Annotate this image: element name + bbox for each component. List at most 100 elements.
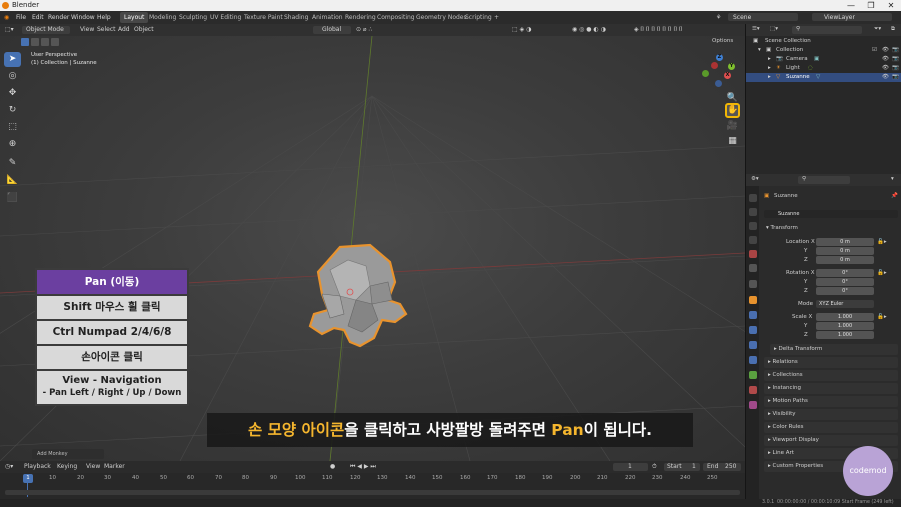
menu-marker[interactable]: Marker [104, 461, 125, 473]
measure-tool-icon[interactable]: 📐 [4, 173, 21, 188]
panel-viewport-display[interactable]: ▸ Viewport Display [764, 435, 898, 446]
output-tab-icon[interactable] [749, 222, 757, 230]
menu-timeline-view[interactable]: View [86, 461, 100, 473]
material-tab-icon[interactable] [749, 386, 757, 394]
render-tab-icon[interactable] [749, 208, 757, 216]
playhead[interactable]: 1 [23, 474, 33, 483]
camera-expand-icon[interactable]: ▸ [768, 55, 771, 64]
lock-icons[interactable]: 🔓▸ [877, 239, 887, 245]
constraints-tab-icon[interactable] [749, 356, 757, 364]
gizmo-neg-z-icon[interactable] [715, 80, 722, 87]
scale-z-field[interactable]: 1.000 [816, 331, 874, 339]
scale-y-field[interactable]: 1.000 [816, 322, 874, 330]
collection-tab-icon[interactable] [749, 280, 757, 288]
texture-tab-icon[interactable] [749, 401, 757, 409]
record-button[interactable]: ● [330, 461, 335, 473]
timeline-scrollbar[interactable] [5, 490, 740, 495]
gizmo-x-icon[interactable]: X [724, 72, 731, 79]
panel-motion-paths[interactable]: ▸ Motion Paths [764, 396, 898, 407]
timeline-editor-icon[interactable]: ◷▾ [5, 461, 13, 473]
modifiers-tab-icon[interactable] [749, 311, 757, 319]
rotation-y-field[interactable]: 0° [816, 278, 874, 286]
transform-tool-icon[interactable]: ⊕ [4, 137, 21, 152]
panel-instancing[interactable]: ▸ Instancing [764, 383, 898, 394]
select-tool-icon[interactable]: ➤ [4, 52, 21, 67]
world-tab-icon[interactable] [749, 264, 757, 272]
options-dropdown[interactable]: Options [712, 38, 733, 44]
gizmo-neg-x-icon[interactable] [711, 62, 718, 69]
menu-select[interactable]: Select [97, 24, 116, 36]
rotate-tool-icon[interactable]: ↻ [4, 103, 21, 118]
menu-window[interactable]: Window [71, 11, 95, 24]
transform-panel-header[interactable]: ▾ Transform [766, 225, 798, 231]
menu-keying[interactable]: Keying [57, 461, 77, 473]
panel-collections[interactable]: ▸ Collections [764, 370, 898, 381]
pan-hand-icon[interactable]: ✋ [725, 103, 740, 118]
menu-view[interactable]: View [80, 24, 94, 36]
gizmo-neg-y-icon[interactable] [702, 70, 709, 77]
menu-add[interactable]: Add [118, 24, 130, 36]
gizmo-z-icon[interactable]: Z [716, 54, 723, 61]
view-object-types-icon[interactable]: ⬚ ◈ ◑ [512, 24, 531, 36]
panel-color-rules[interactable]: ▸ Color Rules [764, 422, 898, 433]
suzanne-visibility-icon[interactable]: 👁 [882, 73, 889, 82]
filter-icon[interactable]: ⏷▾ [874, 26, 881, 33]
menu-help[interactable]: Help [97, 11, 111, 24]
new-collection-icon[interactable]: ⧉ [891, 26, 895, 33]
suzanne-mesh[interactable] [300, 242, 410, 352]
shading-modes-icon[interactable]: ◉ ◎ ● ◐ ◑ [572, 24, 606, 36]
pin-icon[interactable]: 📌 [891, 193, 898, 199]
suzanne-render-icon[interactable]: 📷 [892, 73, 899, 82]
scale-lock-icons[interactable]: 🔓▸ [877, 314, 887, 320]
collection-checkbox[interactable]: ☑ [872, 46, 877, 55]
panel-relations[interactable]: ▸ Relations [764, 357, 898, 368]
panel-delta-transform[interactable]: ▸ Delta Transform [770, 344, 898, 355]
rotation-z-field[interactable]: 0° [816, 287, 874, 295]
properties-editor-icon[interactable]: ⚙▾ [751, 176, 759, 182]
add-monkey-panel[interactable]: Add Monkey [32, 449, 104, 459]
outliner-row-collection[interactable]: ▾ ▣ Collection ☑ 👁 📷 [746, 46, 901, 55]
editor-type-icon[interactable]: ⬚▾ [5, 24, 14, 36]
outliner-editor-icon[interactable]: ☰▾ [752, 26, 760, 32]
timeline-area[interactable]: 1 10 20 30 40 50 60 70 80 90 100 110 120… [0, 473, 745, 499]
collection-visibility-icon[interactable]: 👁 [882, 46, 889, 55]
particles-tab-icon[interactable] [749, 326, 757, 334]
light-render-icon[interactable]: 📷 [892, 64, 899, 73]
location-y-field[interactable]: 0 m [816, 247, 874, 255]
outliner-row-camera[interactable]: ▸ 📷 Camera ▣ 👁 📷 [746, 55, 901, 64]
object-tab-icon[interactable] [749, 296, 757, 304]
scale-tool-icon[interactable]: ⬚ [4, 120, 21, 135]
location-z-field[interactable]: 0 m [816, 256, 874, 264]
move-tool-icon[interactable]: ✥ [4, 86, 21, 101]
suzanne-expand-icon[interactable]: ▸ [768, 73, 771, 82]
selection-mode-icons[interactable] [21, 38, 66, 47]
menu-playback[interactable]: Playback [24, 461, 51, 473]
menu-render[interactable]: Render [48, 11, 69, 24]
camera-visibility-icon[interactable]: 👁 [882, 55, 889, 64]
rotation-mode-select[interactable]: XYZ Euler [816, 300, 874, 308]
tool-tab-icon[interactable] [749, 194, 757, 202]
camera-view-icon[interactable]: 🎥 [725, 119, 740, 134]
properties-options-icon[interactable]: ▾ [891, 176, 894, 182]
menu-file[interactable]: File [16, 11, 26, 24]
location-x-field[interactable]: 0 m [816, 238, 874, 246]
outliner-row-suzanne[interactable]: ▸ ▽ Suzanne ▽ 👁 📷 [746, 73, 901, 82]
close-button[interactable]: ✕ [881, 0, 901, 11]
add-cube-tool-icon[interactable]: ⬛ [4, 191, 21, 206]
scene-tab-icon[interactable] [749, 250, 757, 258]
panel-visibility[interactable]: ▸ Visibility [764, 409, 898, 420]
menu-edit[interactable]: Edit [32, 11, 44, 24]
view-layer-tab-icon[interactable] [749, 236, 757, 244]
outliner-search-input[interactable] [792, 26, 862, 34]
maximize-button[interactable]: ❐ [861, 0, 881, 11]
display-mode-icon[interactable]: ⬚▾ [770, 26, 778, 32]
annotate-tool-icon[interactable]: ✎ [4, 156, 21, 171]
blender-menu-icon[interactable]: ◉ [4, 11, 9, 24]
pivot-icon[interactable]: ⊙ ⌀ ∴ [356, 24, 372, 36]
playback-controls[interactable]: ⏮ ◀ ▶ ⏭ [350, 461, 376, 473]
rotation-x-field[interactable]: 0° [816, 269, 874, 277]
collection-expand-icon[interactable]: ▾ [758, 46, 761, 55]
ortho-toggle-icon[interactable]: ▦ [725, 134, 740, 149]
add-workspace-button[interactable]: + [490, 12, 503, 23]
minimize-button[interactable]: — [841, 0, 861, 11]
